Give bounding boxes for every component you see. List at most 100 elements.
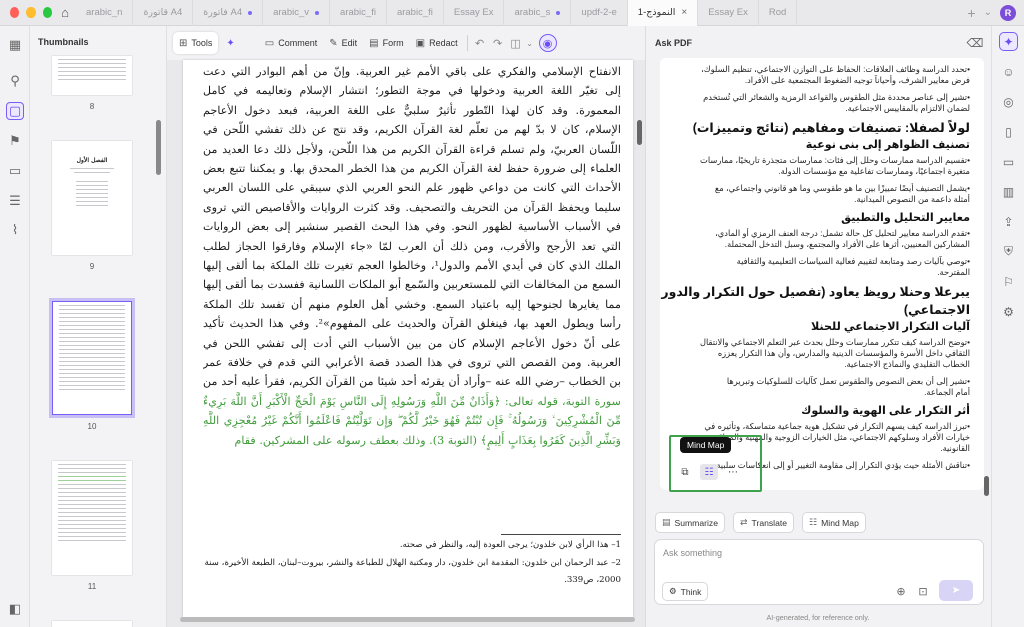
close-window-button[interactable] <box>10 7 20 18</box>
new-tab-plus-icon[interactable]: + <box>967 5 975 21</box>
layers-icon[interactable]: ☰ <box>6 192 24 210</box>
tools-label: Tools <box>191 38 213 48</box>
answer-scrollbar[interactable] <box>984 476 989 496</box>
footnote-1: 1– هذا الرأي لابن خلدون؛ يرجى العودة إلي… <box>399 540 621 550</box>
settings-gear-icon[interactable]: ⚙ <box>999 302 1018 321</box>
form-button[interactable]: ▤ Form <box>363 32 409 54</box>
copy-icon[interactable]: ⧉ <box>676 464 694 480</box>
redact-button[interactable]: ▣ Redact <box>410 32 464 54</box>
answer-bullet-line: •تبرز الدراسة كيف يسهم التكرار في تشكيل … <box>704 421 970 431</box>
tab-label: arabic_fi <box>340 7 376 18</box>
tab-list-chevron-icon[interactable]: ⌄ <box>984 7 992 18</box>
ai-sparkle-button[interactable]: ✦ <box>220 32 240 54</box>
tab-label: arabic_v <box>273 7 310 18</box>
thumbnail-page-9[interactable]: الفصل الأول <box>52 141 132 255</box>
unsaved-dot-icon <box>556 10 561 15</box>
save-dropdown-chevron-icon[interactable]: ⌄ <box>525 34 535 52</box>
tab-6[interactable]: Essay Ex <box>444 0 505 26</box>
pdf-a-icon[interactable]: ▭ <box>999 152 1018 171</box>
document-line: سورة التوبة، قوله تعالى: ﴿وَأَذَانٌ مِّن… <box>203 394 621 408</box>
ai-disclaimer: AI-generated, for reference only. <box>766 613 870 622</box>
comment-list-icon[interactable]: ▭ <box>6 162 24 180</box>
more-icon[interactable]: ⋯ <box>724 464 742 480</box>
stamp-icon[interactable]: ⚐ <box>999 272 1018 291</box>
user-avatar[interactable]: R <box>1000 4 1016 21</box>
summarize-button[interactable]: ▤ Summarize <box>655 512 725 533</box>
answer-bullet-line: المشاركين المعنيين، أثرها على الأفراد وا… <box>724 239 970 249</box>
undo-icon[interactable]: ↶ <box>471 34 489 52</box>
tab-4[interactable]: arabic_fi <box>330 0 387 26</box>
grid-view-icon[interactable]: ▦ <box>6 36 24 54</box>
think-toggle[interactable]: ⚙ Think <box>662 582 709 601</box>
document-horizontal-scrollbar[interactable] <box>180 617 635 622</box>
ask-pdf-title: Ask PDF <box>655 38 693 48</box>
redact-icon: ▣ <box>415 37 426 49</box>
ai-assistant-icon[interactable]: ◉ <box>538 34 557 52</box>
emoji-icon[interactable]: ☺ <box>999 62 1018 81</box>
book-icon[interactable]: ▥ <box>999 182 1018 201</box>
tab-7[interactable]: arabic_s <box>504 0 572 26</box>
thumbnail-page-8[interactable] <box>52 56 132 95</box>
thumbnail-page-10[interactable] <box>49 298 135 418</box>
comment-label: Comment <box>278 38 318 48</box>
minimize-window-button[interactable] <box>26 7 36 18</box>
tab-9[interactable]: النموذج-1 × <box>627 0 699 26</box>
comment-button[interactable]: ▭ Comment <box>259 32 323 54</box>
tab-label: فاتورة A4 <box>203 7 243 18</box>
zoom-window-button[interactable] <box>42 7 52 18</box>
tab-11[interactable]: Rod <box>759 0 798 26</box>
tab-label: arabic_n <box>86 7 123 18</box>
thumbnails-icon[interactable]: ▢ <box>6 102 24 120</box>
document-vertical-scrollbar[interactable] <box>637 120 642 145</box>
redo-icon[interactable]: ↷ <box>489 34 507 52</box>
mind-map-button[interactable]: ☷ Mind Map <box>802 512 866 533</box>
tab-1[interactable]: قاتورة A4 <box>133 0 194 26</box>
answer-bullet: •تشير إلى أن بعض النصوص والطقوس تعمل كآل… <box>670 376 970 398</box>
answer-bullet: •تشير إلى عناصر محددة مثل الطقوس والقواع… <box>670 92 970 114</box>
send-button[interactable]: ➤ <box>939 580 973 601</box>
thumbnails-scrollbar[interactable] <box>156 120 161 175</box>
save-icon[interactable]: ◫ <box>507 34 525 52</box>
left-icon-rail: ▦ ⚲ ▢ ⚑ ▭ ☰ ⌇ ◧ <box>0 26 30 627</box>
tab-2[interactable]: فاتورة A4 <box>193 0 264 26</box>
edit-button[interactable]: ✎ Edit <box>323 32 363 54</box>
answer-actions: ⧉ ☷ ⋯ <box>676 464 742 480</box>
tools-button[interactable]: ⊞ Tools <box>173 32 219 54</box>
right-icon-rail: ✦ ☺ ◎ ▯ ▭ ▥ ⇪ ⛨ ⚐ ⚙ <box>991 26 1024 627</box>
redact-label: Redact <box>429 38 458 48</box>
tab-10[interactable]: Essay Ex <box>698 0 759 26</box>
document-line: التي تعد الأرجح والأقرب، ومن ذلك أن العر… <box>203 239 621 253</box>
footnote-2: 2– عبد الرحمان ابن خلدون: المقدمة ابن خل… <box>204 558 621 568</box>
bookmark-icon[interactable]: ⚑ <box>6 132 24 150</box>
thumbnail-label-8: 8 <box>89 102 95 111</box>
export-icon[interactable]: ⇪ <box>999 212 1018 231</box>
answer-bullet: •تحدد الدراسة وظائف العلاقات: الحفاظ على… <box>670 64 970 86</box>
tab-8[interactable]: updf-2-e <box>571 0 628 26</box>
protect-icon[interactable]: ⛨ <box>999 242 1018 261</box>
answer-bullet: •توضح الدراسة كيف تتكرر ممارسات وحلل بحد… <box>670 337 970 370</box>
document-line: بن الخطاب –رضي الله عنه –وأراد أن يقرئه … <box>203 375 621 389</box>
layout-icon[interactable]: ◧ <box>6 600 24 618</box>
screenshot-icon[interactable]: ⊡ <box>915 583 931 599</box>
home-icon[interactable]: ⌂ <box>54 2 76 24</box>
clear-chat-icon[interactable]: ⌫ <box>966 34 984 52</box>
sparkle-icon: ✦ <box>226 37 235 49</box>
add-image-icon[interactable]: ⊕ <box>893 583 909 599</box>
tab-0[interactable]: arabic_n <box>76 0 134 26</box>
attachment-icon[interactable]: ⌇ <box>6 221 24 239</box>
thumbnail-page-11[interactable] <box>52 461 132 575</box>
thumbnail-page-12[interactable] <box>52 621 132 627</box>
translate-button[interactable]: ⇄ Translate <box>732 512 795 533</box>
mind-map-icon[interactable]: ☷ <box>700 464 718 480</box>
ai-chat-icon[interactable]: ✦ <box>999 32 1018 51</box>
ask-input-box[interactable]: Ask something ⚙ Think ⊕ ⊡ ➤ <box>654 539 984 605</box>
answer-heading: لولاً لصفلا: تصنيفات ومفاهيم (نتائج وتمي… <box>692 121 970 135</box>
close-tab-icon[interactable]: × <box>681 7 687 18</box>
tab-5[interactable]: arabic_fi <box>387 0 444 26</box>
recognize-icon[interactable]: ◎ <box>999 92 1018 111</box>
search-icon[interactable]: ⚲ <box>6 72 24 90</box>
ask-input-placeholder[interactable]: Ask something <box>663 548 722 558</box>
tab-3[interactable]: arabic_v <box>263 0 331 26</box>
answer-bullet-line: أمام الجماعة. <box>924 387 970 397</box>
document-icon[interactable]: ▯ <box>999 122 1018 141</box>
